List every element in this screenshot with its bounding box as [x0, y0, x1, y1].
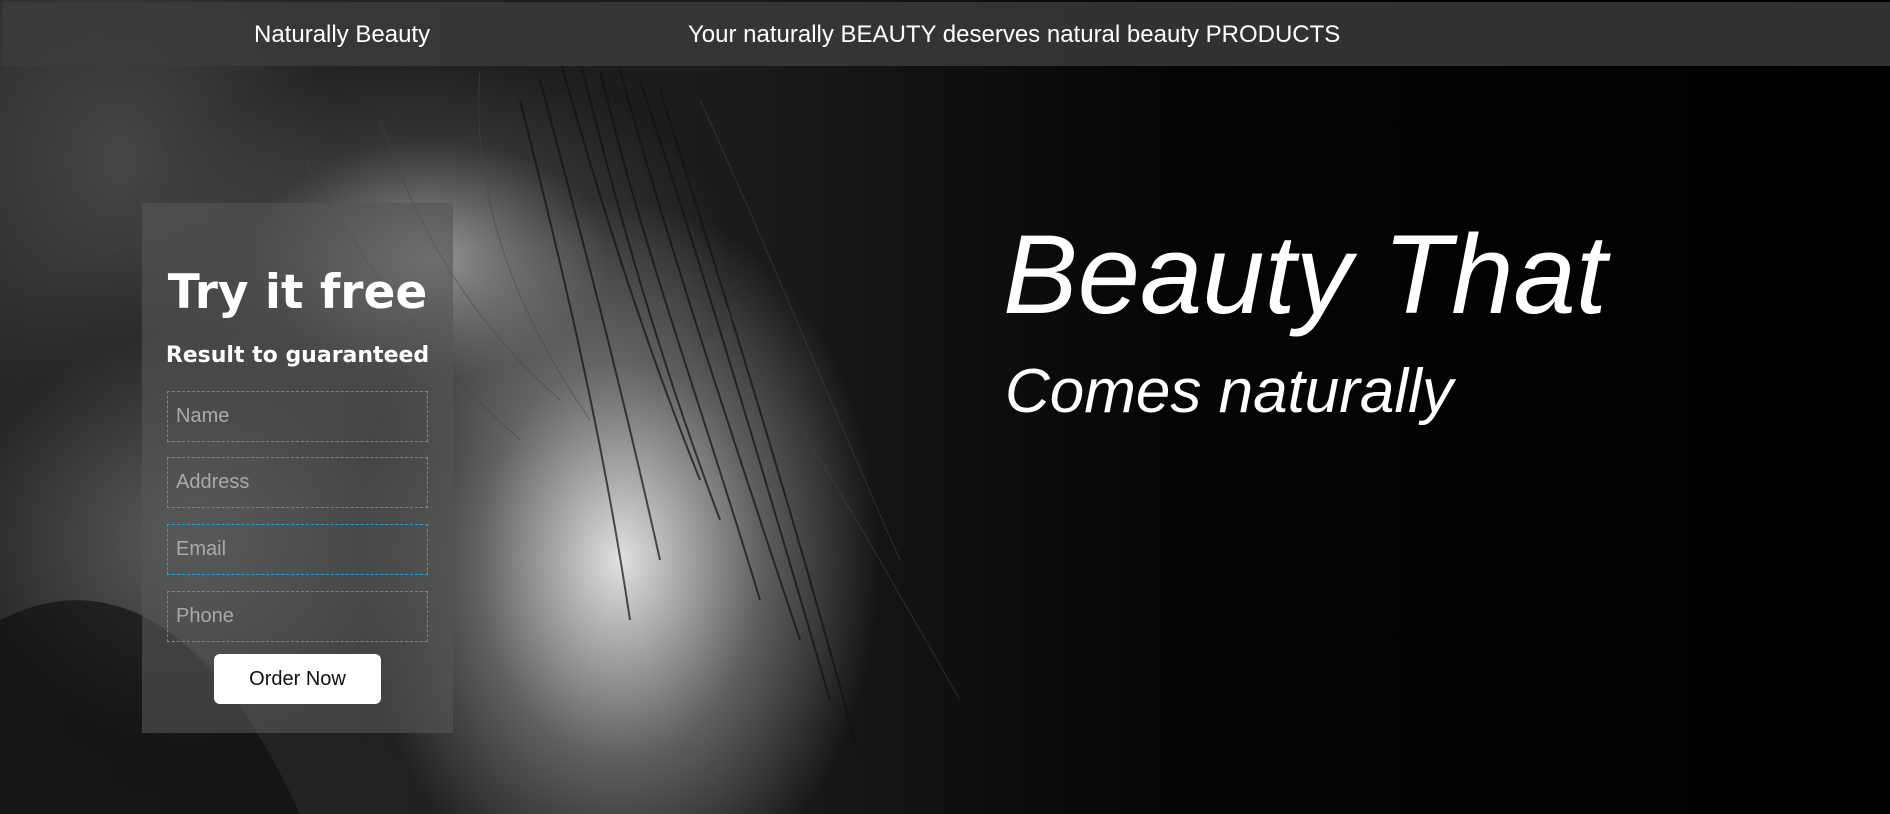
- address-input[interactable]: [167, 457, 428, 508]
- top-bar: Naturally Beauty Your naturally BEAUTY d…: [2, 2, 1890, 66]
- header-tagline: Your naturally BEAUTY deserves natural b…: [688, 21, 1341, 48]
- form-title: Try it free: [167, 265, 428, 320]
- email-input[interactable]: [167, 524, 428, 575]
- order-now-button[interactable]: Order Now: [214, 654, 381, 704]
- hero-subheadline: Comes naturally: [1005, 357, 1453, 426]
- brand-name[interactable]: Naturally Beauty: [254, 21, 430, 49]
- hero-headline: Beauty That: [1003, 212, 1607, 337]
- form-subtitle: Result to guaranteed: [165, 343, 430, 368]
- phone-input[interactable]: [167, 591, 428, 642]
- name-input[interactable]: [167, 391, 428, 442]
- trial-signup-form: Try it free Result to guaranteed Order N…: [142, 203, 453, 733]
